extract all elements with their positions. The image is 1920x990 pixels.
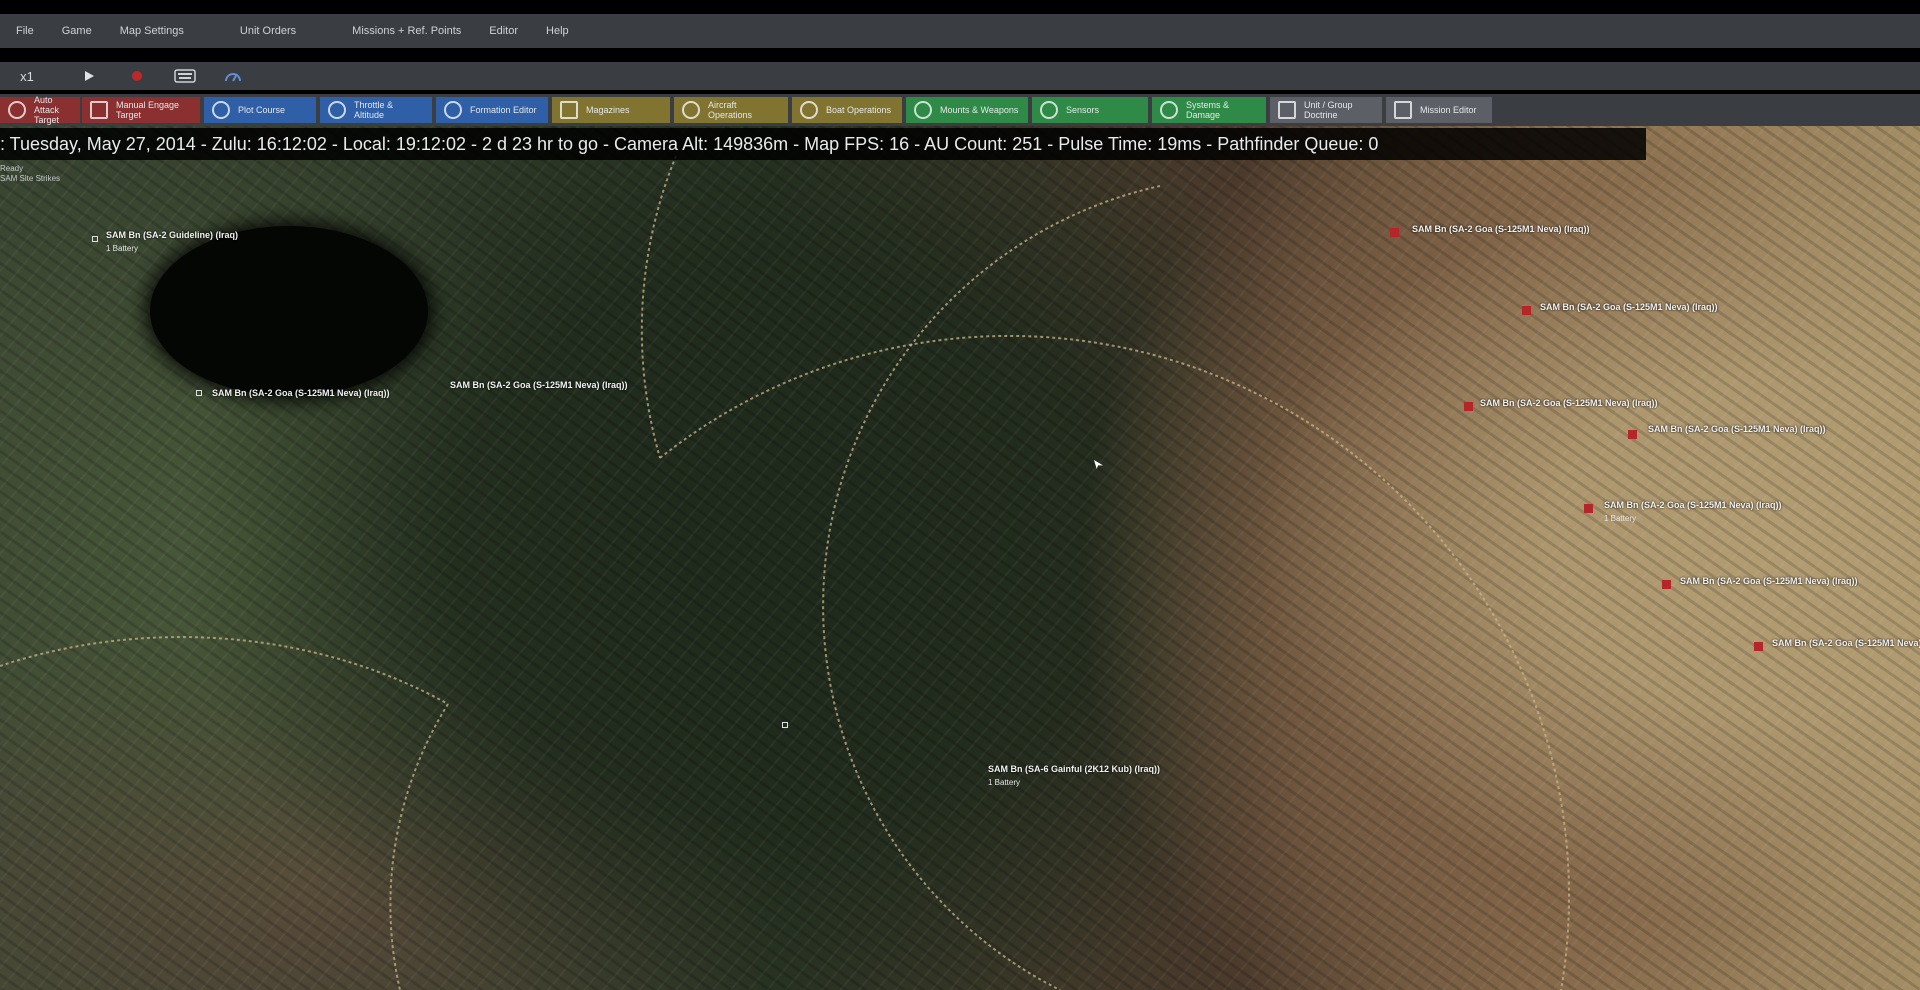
unit-marker[interactable] [782,722,788,728]
play-icon[interactable] [74,65,104,87]
course-icon [212,101,230,119]
enemy-unit-marker[interactable] [1464,402,1473,411]
weapons-icon [914,101,932,119]
sensors-button[interactable]: Sensors [1032,97,1148,123]
speed-button[interactable]: x1 [6,65,48,87]
range-ring-large [659,334,1571,990]
status-text: : Tuesday, May 27, 2014 - Zulu: 16:12:02… [0,133,1379,154]
sensors-label: Sensors [1066,105,1100,115]
menu-map-settings[interactable]: Map Settings [120,25,184,37]
menu-missions[interactable]: Missions + Ref. Points [352,25,461,37]
time-toolbar: x1 [0,62,1920,90]
unit-label[interactable]: SAM Bn (SA-2 Goa (S-125M1 Neva) (Iraq)) [1540,302,1718,312]
menu-bar: File Game Map Settings Unit Orders Missi… [0,14,1920,48]
magazines-label: Magazines [586,105,630,115]
plot-course-button[interactable]: Plot Course [204,97,316,123]
enemy-unit-marker[interactable] [1522,306,1531,315]
unit-label[interactable]: SAM Bn (SA-2 Goa (S-125M1 Neva) (Iraq)) [1480,398,1658,408]
doctrine-button[interactable]: Unit / Group Doctrine [1270,97,1382,123]
menu-file[interactable]: File [16,25,34,37]
manual-engage-label: Manual Engage Target [116,100,180,120]
unit-label[interactable]: SAM Bn (SA-2 Goa (S-125M1 Neva) (Iraq)) [1772,638,1920,648]
range-ring-arc-southwest [389,703,449,990]
command-toolbar: Auto Attack Target Manual Engage Target … [0,94,1920,126]
menu-editor[interactable]: Editor [489,25,518,37]
range-rings [0,155,1571,990]
target-icon [8,101,26,119]
menu-unit-orders[interactable]: Unit Orders [240,25,296,37]
enemy-unit-marker[interactable] [1628,430,1637,439]
doctrine-icon [1278,101,1296,119]
unit-label[interactable]: SAM Bn (SA-2 Goa (S-125M1 Neva) (Iraq)) [212,388,390,398]
unit-label[interactable]: SAM Bn (SA-2 Goa (S-125M1 Neva) (Iraq)) [1412,224,1590,234]
keyboard-icon[interactable] [170,65,200,87]
unit-label[interactable]: SAM Bn (SA-2 Goa (S-125M1 Neva) (Iraq)) [1648,424,1826,434]
unit-sublabel: 1 Battery [988,778,1021,787]
unit-marker[interactable] [92,236,98,242]
gear-icon [1160,101,1178,119]
range-ring-arc-southwest-2 [0,636,449,705]
range-ring-arc-northwest [640,155,677,459]
throttle-altitude-button[interactable]: Throttle & Altitude [320,97,432,123]
auto-attack-label: Auto Attack Target [34,95,60,125]
enemy-unit-marker[interactable] [1662,580,1671,589]
mounts-weapons-label: Mounts & Weapons [940,105,1019,115]
unit-label[interactable]: SAM Bn (SA-2 Goa (S-125M1 Neva) (Iraq)) [1680,576,1858,586]
unit-marker[interactable] [196,390,202,396]
magazines-button[interactable]: Magazines [552,97,670,123]
aircraft-icon [682,101,700,119]
unit-label[interactable]: SAM Bn (SA-2 Guideline) (Iraq) [106,230,238,240]
status-bar: : Tuesday, May 27, 2014 - Zulu: 16:12:02… [0,128,1646,160]
side-note-line-1: Ready [0,164,24,173]
enemy-unit-marker[interactable] [1390,228,1399,237]
unit-label[interactable]: SAM Bn (SA-2 Goa (S-125M1 Neva) (Iraq)) [1604,500,1782,510]
side-note-line-2: SAM Site Strikes [0,174,61,183]
boat-operations-label: Boat Operations [826,105,892,115]
aircraft-operations-label: Aircraft Operations [708,100,753,120]
boat-operations-button[interactable]: Boat Operations [792,97,902,123]
plot-course-label: Plot Course [238,105,286,115]
unit-sublabel: 1 Battery [106,244,139,253]
side-note: Ready SAM Site Strikes [0,164,60,184]
mission-editor-label: Mission Editor [1420,105,1477,115]
boat-icon [800,101,818,119]
unit-label[interactable]: SAM Bn (SA-6 Gainful (2K12 Kub) (Iraq)) [988,764,1160,774]
tactical-map[interactable]: SAM Bn (SA-2 Guideline) (Iraq) 1 Battery… [0,126,1920,990]
auto-attack-button[interactable]: Auto Attack Target [0,95,80,125]
menu-help[interactable]: Help [546,25,569,37]
sensor-icon [1040,101,1058,119]
formation-icon [444,101,462,119]
unit-label[interactable]: SAM Bn (SA-2 Goa (S-125M1 Neva) (Iraq)) [450,380,628,390]
menu-game[interactable]: Game [62,25,92,37]
formation-editor-label: Formation Editor [470,105,537,115]
magazine-icon [560,101,578,119]
record-icon[interactable] [122,65,152,87]
mission-editor-button[interactable]: Mission Editor [1386,97,1492,123]
mission-icon [1394,101,1412,119]
enemy-unit-marker[interactable] [1584,504,1593,513]
mounts-weapons-button[interactable]: Mounts & Weapons [906,97,1028,123]
throttle-altitude-label: Throttle & Altitude [354,100,394,120]
formation-editor-button[interactable]: Formation Editor [436,97,548,123]
systems-damage-button[interactable]: Systems & Damage [1152,97,1266,123]
aircraft-operations-button[interactable]: Aircraft Operations [674,97,788,123]
doctrine-label: Unit / Group Doctrine [1304,100,1353,120]
unit-sublabel: 1 Battery [1604,514,1637,523]
enemy-unit-marker[interactable] [1754,642,1763,651]
grid-icon [90,101,108,119]
throttle-icon [328,101,346,119]
gauge-icon[interactable] [218,65,248,87]
manual-engage-button[interactable]: Manual Engage Target [82,97,200,123]
systems-damage-label: Systems & Damage [1186,100,1230,120]
top-black-band [0,0,1920,14]
range-ring-arc-west [822,185,1161,990]
